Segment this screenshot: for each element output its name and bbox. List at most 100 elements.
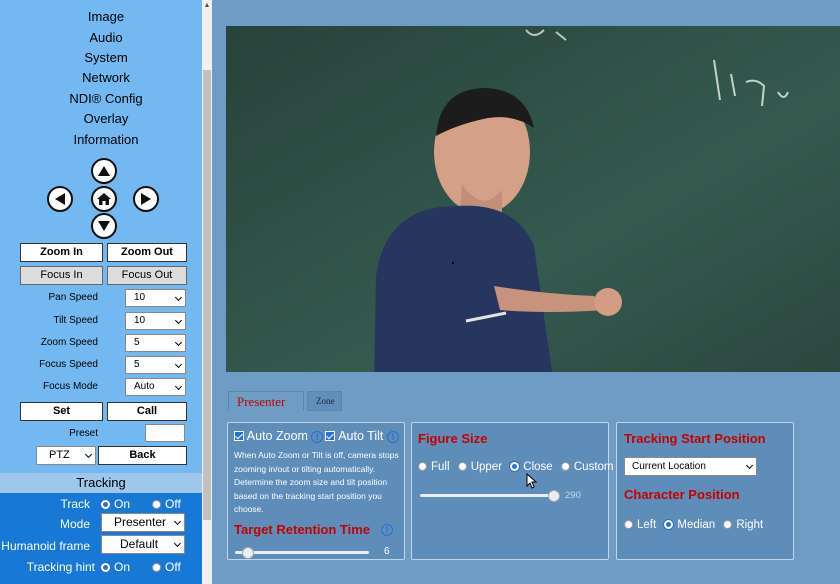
humanoid-frame-select[interactable]: Default xyxy=(101,535,185,554)
track-on-radio[interactable]: On xyxy=(101,497,130,511)
track-label: Track xyxy=(60,497,90,511)
tracking-header: Tracking xyxy=(0,473,202,493)
ptz-mode-select[interactable]: PTZ xyxy=(36,446,96,465)
arrow-up-icon[interactable] xyxy=(91,158,117,184)
figure-option-full[interactable]: Full xyxy=(431,461,450,473)
figure-size-title: Figure Size xyxy=(418,431,488,446)
zoom-speed-value: 5 xyxy=(134,337,140,348)
scroll-thumb[interactable] xyxy=(203,70,211,520)
radio-unselected-icon[interactable] xyxy=(457,462,467,471)
retention-value: 6 xyxy=(384,546,390,557)
radio-selected-icon xyxy=(101,563,110,572)
track-off-radio[interactable]: Off xyxy=(152,497,181,511)
radio-unselected-icon[interactable] xyxy=(418,462,427,471)
radio-unselected-icon[interactable] xyxy=(723,520,733,529)
radio-selected-icon[interactable] xyxy=(510,462,520,471)
info-icon[interactable]: ! xyxy=(381,524,393,536)
radio-selected-icon xyxy=(101,500,110,509)
zoom-in-button[interactable]: Zoom In xyxy=(20,243,103,262)
presenter-options-group: Auto Zoom ! Auto Tilt ! When Auto Zoom o… xyxy=(227,422,405,560)
radio-unselected-icon[interactable] xyxy=(560,462,570,471)
character-position-title: Character Position xyxy=(624,487,740,502)
home-icon[interactable] xyxy=(91,186,117,212)
tab-zone[interactable]: Zone xyxy=(307,391,342,411)
tracking-start-title: Tracking Start Position xyxy=(624,431,766,446)
tab-presenter[interactable]: Presenter xyxy=(228,391,304,411)
focus-mode-value: Auto xyxy=(134,381,155,392)
pan-speed-value: 10 xyxy=(134,292,146,303)
char-option-median[interactable]: Median xyxy=(677,519,715,531)
call-button[interactable]: Call xyxy=(107,402,187,421)
hint-off-radio[interactable]: Off xyxy=(152,560,181,574)
back-button[interactable]: Back xyxy=(98,446,187,465)
humanoid-frame-value: Default xyxy=(120,537,159,551)
figure-size-radios: Full Upper Close Custom xyxy=(418,461,619,473)
retention-slider-track[interactable] xyxy=(235,551,369,554)
radio-unselected-icon[interactable] xyxy=(624,520,633,529)
sidebar: Image Audio System Network NDI® Config O… xyxy=(0,0,202,584)
tilt-speed-label: Tilt Speed xyxy=(53,315,98,326)
radio-unselected-icon xyxy=(152,500,161,509)
menu-item-information[interactable]: Information xyxy=(0,130,202,150)
hint-on-radio[interactable]: On xyxy=(101,560,130,574)
info-icon[interactable]: ! xyxy=(386,431,399,443)
sidebar-scrollbar[interactable]: ▲ xyxy=(202,0,212,584)
figure-option-upper[interactable]: Upper xyxy=(471,461,502,473)
arrow-left-icon[interactable] xyxy=(47,186,73,212)
figure-option-close[interactable]: Close xyxy=(523,461,552,473)
pan-speed-select[interactable]: 10 xyxy=(125,289,186,307)
menu-item-image[interactable]: Image xyxy=(0,7,202,27)
char-option-right[interactable]: Right xyxy=(736,519,763,531)
video-frame-image xyxy=(226,26,840,372)
focus-speed-select[interactable]: 5 xyxy=(125,356,186,374)
pan-speed-label: Pan Speed xyxy=(48,292,99,303)
mode-label: Mode xyxy=(59,517,90,531)
retention-title: Target Retention Time xyxy=(234,522,371,537)
menu-item-audio[interactable]: Audio xyxy=(0,28,202,48)
arrow-right-icon[interactable] xyxy=(133,186,159,212)
tracking-mode-select[interactable]: Presenter xyxy=(101,513,185,532)
humanoid-frame-label: Humanoid frame xyxy=(1,539,90,553)
retention-slider-handle[interactable] xyxy=(242,547,255,559)
auto-tilt-checkbox[interactable] xyxy=(325,431,336,441)
tracking-start-group: Tracking Start Position Current Location… xyxy=(616,422,794,560)
zoom-speed-select[interactable]: 5 xyxy=(125,334,186,352)
zoom-out-button[interactable]: Zoom Out xyxy=(107,243,187,262)
figure-option-custom[interactable]: Custom xyxy=(574,461,614,473)
menu-item-system[interactable]: System xyxy=(0,48,202,68)
chevron-down-icon xyxy=(174,338,183,347)
tracking-start-select[interactable]: Current Location xyxy=(624,457,757,476)
menu-item-network[interactable]: Network xyxy=(0,68,202,88)
scroll-up-icon[interactable]: ▲ xyxy=(203,1,211,11)
character-position-radios: Left Median Right xyxy=(624,519,768,531)
hint-off-label: Off xyxy=(165,560,181,574)
focus-out-button[interactable]: Focus Out xyxy=(107,266,187,285)
figure-size-slider-track[interactable] xyxy=(420,494,554,497)
focus-mode-label: Focus Mode xyxy=(42,381,98,392)
set-button[interactable]: Set xyxy=(20,402,103,421)
focus-mode-select[interactable]: Auto xyxy=(125,378,186,396)
focus-speed-value: 5 xyxy=(134,359,140,370)
focus-speed-label: Focus Speed xyxy=(39,359,98,370)
tracking-section: Tracking Track On Off Mode Presenter Hum… xyxy=(0,473,202,584)
radio-selected-icon[interactable] xyxy=(664,520,674,529)
menu-item-ndi-config[interactable]: NDI® Config xyxy=(0,89,202,109)
chevron-down-icon xyxy=(174,382,183,391)
tilt-speed-select[interactable]: 10 xyxy=(125,312,186,330)
zoom-speed-label: Zoom Speed xyxy=(40,337,98,348)
track-off-label: Off xyxy=(165,497,181,511)
focus-in-button[interactable]: Focus In xyxy=(20,266,103,285)
preset-input[interactable] xyxy=(145,424,185,442)
radio-unselected-icon xyxy=(152,563,161,572)
char-option-left[interactable]: Left xyxy=(637,519,656,531)
info-icon[interactable]: ! xyxy=(311,431,324,443)
auto-zoom-checkbox[interactable] xyxy=(234,431,244,441)
chevron-down-icon xyxy=(174,360,183,369)
figure-size-group: Figure Size Full Upper Close Custom 290 xyxy=(411,422,614,560)
chevron-down-icon xyxy=(173,517,182,526)
menu-item-overlay[interactable]: Overlay xyxy=(0,109,202,129)
arrow-down-icon[interactable] xyxy=(91,213,117,239)
chevron-down-icon xyxy=(173,539,182,548)
auto-description: When Auto Zoom or Tilt is off, camera st… xyxy=(234,450,399,514)
figure-size-slider-handle[interactable] xyxy=(548,490,560,502)
